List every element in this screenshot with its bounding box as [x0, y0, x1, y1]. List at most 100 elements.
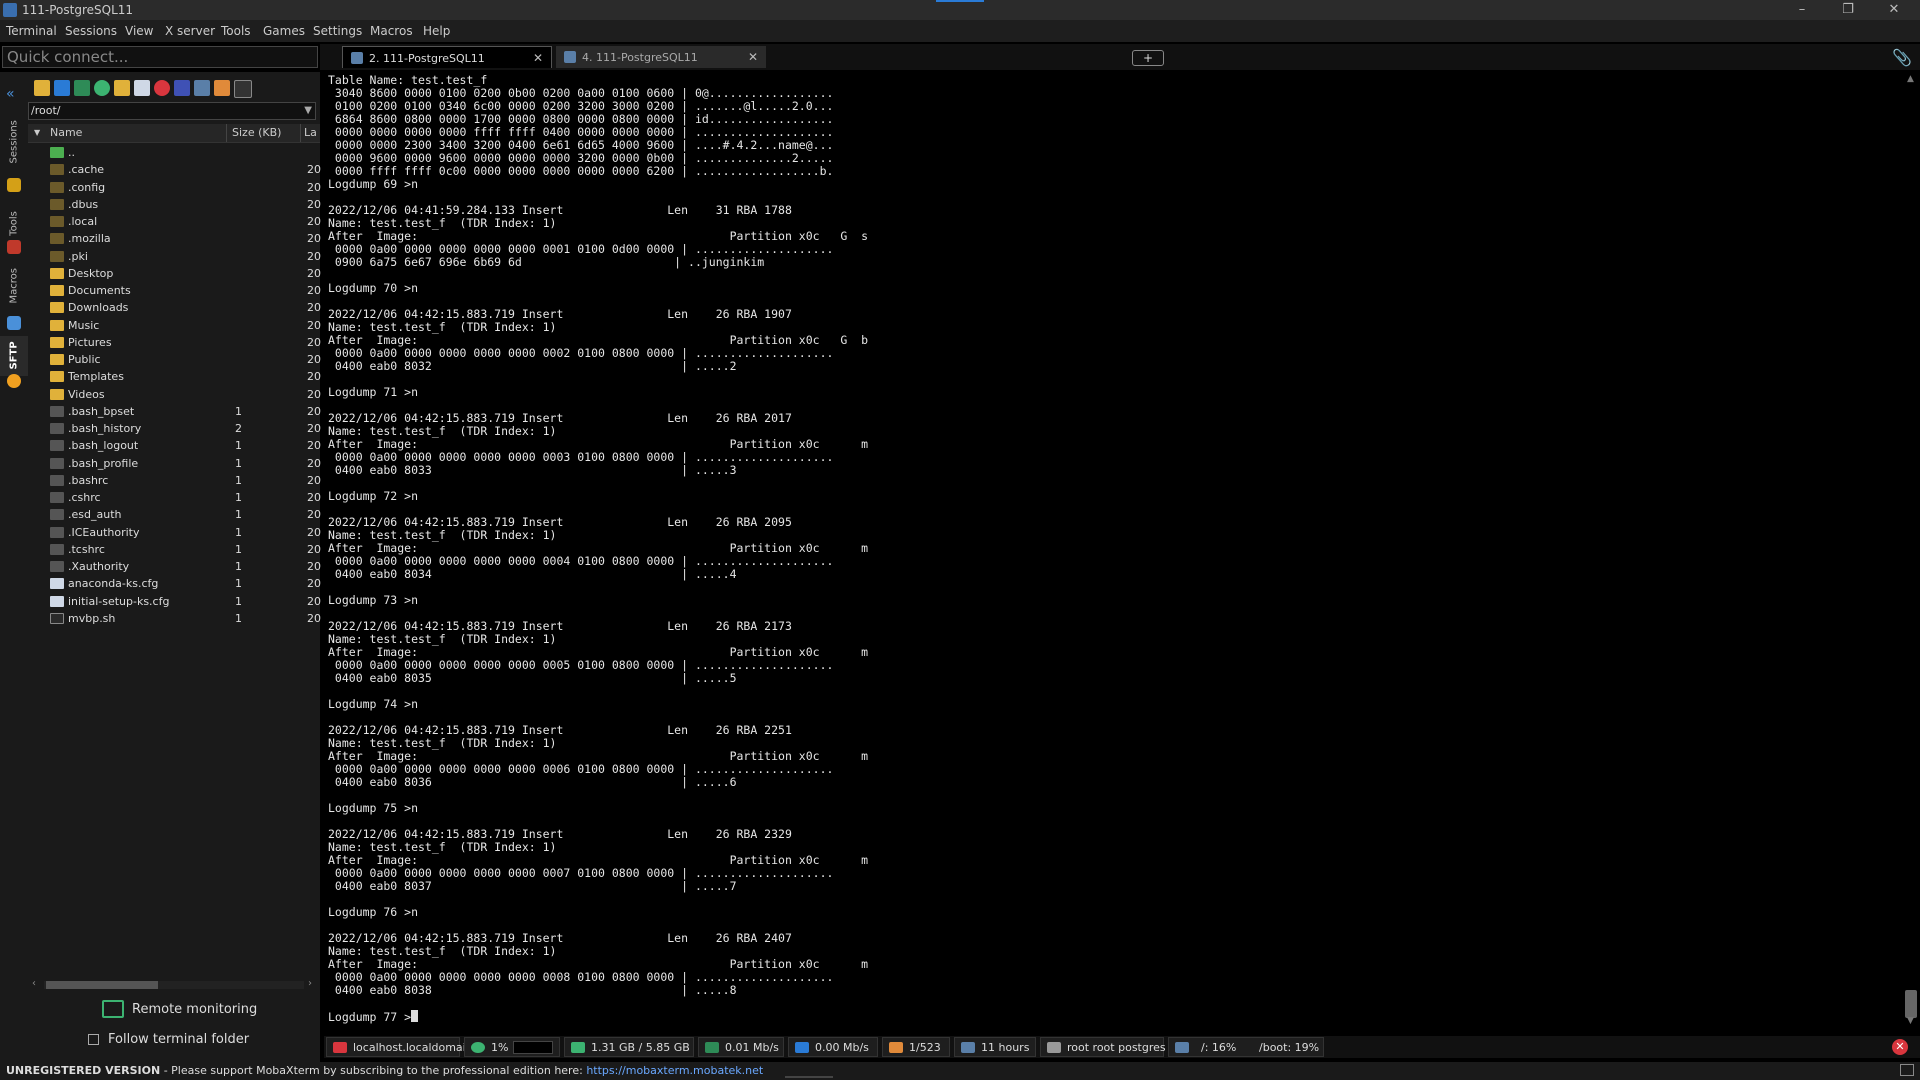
file-row[interactable]: .tcshrc 1 20: [28, 541, 321, 558]
file-row[interactable]: .esd_auth 1 20: [28, 506, 321, 523]
menu-settings[interactable]: Settings: [313, 24, 362, 38]
file-row[interactable]: .Xauthority 1 20: [28, 558, 321, 575]
file-row[interactable]: Desktop 20: [28, 265, 321, 282]
file-row[interactable]: .mozilla 20: [28, 230, 321, 247]
status-users[interactable]: root root postgres: [1040, 1037, 1166, 1057]
file-row[interactable]: .dbus 20: [28, 196, 321, 213]
file-row[interactable]: .pki 20: [28, 248, 321, 265]
download-arrow-icon: [795, 1042, 809, 1053]
tab-session-2[interactable]: 2. 111-PostgreSQL11 ✕: [342, 46, 552, 68]
collapse-chevron-icon[interactable]: «: [6, 86, 15, 102]
tab-macros[interactable]: Macros: [0, 264, 28, 320]
file-row[interactable]: .cache 20: [28, 161, 321, 178]
col-separator[interactable]: [300, 124, 301, 142]
file-row[interactable]: .cshrc 1 20: [28, 489, 321, 506]
terminal-vscroll[interactable]: ▲ ▼: [1902, 72, 1920, 1030]
menu-games[interactable]: Games: [263, 24, 305, 38]
status-download-text: 0.00 Mb/s: [815, 1041, 869, 1054]
file-row[interactable]: Templates 20: [28, 368, 321, 385]
terminal-text: Table Name: test.test_f 3040 8600 0000 0…: [328, 73, 869, 1024]
status-upload[interactable]: 0.01 Mb/s: [698, 1037, 784, 1057]
file-row[interactable]: Music 20: [28, 317, 321, 334]
tab-sessions[interactable]: Sessions: [0, 120, 28, 182]
mobatek-link[interactable]: https://mobaxterm.mobatek.net: [586, 1064, 763, 1077]
sftp-path-input[interactable]: /root/ ▼: [28, 102, 316, 120]
minimize-button[interactable]: –: [1780, 0, 1824, 20]
status-host[interactable]: localhost.localdomain: [326, 1037, 473, 1057]
follow-terminal-checkbox[interactable]: [88, 1034, 99, 1045]
memory-icon: [571, 1042, 585, 1053]
quick-connect-input[interactable]: Quick connect...: [2, 46, 318, 68]
status-memory[interactable]: 1.31 GB / 5.85 GB: [564, 1037, 694, 1057]
menu-view[interactable]: View: [125, 24, 153, 38]
file-icon: [50, 457, 64, 469]
file-row[interactable]: .bash_logout 1 20: [28, 437, 321, 454]
status-disk[interactable]: /: 16% /boot: 19%: [1168, 1037, 1324, 1057]
vscroll-thumb[interactable]: [1905, 990, 1917, 1018]
file-row[interactable]: .bash_bpset 1 20: [28, 403, 321, 420]
terminal-icon[interactable]: [234, 80, 252, 98]
scroll-left-icon[interactable]: ‹: [32, 978, 36, 989]
file-row[interactable]: Documents 20: [28, 282, 321, 299]
fullscreen-icon[interactable]: [1900, 1064, 1914, 1076]
chevron-down-icon[interactable]: ▼: [304, 103, 312, 119]
file-row[interactable]: anaconda-ks.cfg 1 20: [28, 575, 321, 592]
restore-button[interactable]: ❐: [1826, 0, 1870, 20]
scroll-down-icon[interactable]: ▼: [1907, 1016, 1914, 1026]
close-icon[interactable]: ✕: [533, 51, 543, 65]
file-row[interactable]: .local 20: [28, 213, 321, 230]
close-icon[interactable]: ✕: [748, 50, 758, 64]
menu-macros[interactable]: Macros: [370, 24, 413, 38]
tab-session-4-label: 4. 111-PostgreSQL11: [582, 51, 698, 64]
col-separator[interactable]: [226, 124, 227, 142]
menu-tools[interactable]: Tools: [221, 24, 251, 38]
status-cpu[interactable]: 1%: [464, 1037, 560, 1057]
menu-terminal[interactable]: Terminal: [6, 24, 57, 38]
tab-sftp[interactable]: SFTP: [0, 336, 28, 376]
status-download[interactable]: 0.00 Mb/s: [788, 1037, 878, 1057]
permissions-icon[interactable]: [214, 80, 230, 96]
scroll-right-icon[interactable]: ›: [308, 978, 312, 989]
delete-icon[interactable]: [154, 80, 170, 96]
new-folder-icon[interactable]: [114, 80, 130, 96]
rename-icon[interactable]: [174, 80, 190, 96]
new-tab-button[interactable]: +: [1132, 50, 1164, 66]
file-row[interactable]: Videos 20: [28, 386, 321, 403]
file-row[interactable]: Pictures 20: [28, 334, 321, 351]
download-icon[interactable]: [54, 80, 70, 96]
file-name: Downloads: [68, 301, 129, 315]
hscroll-thumb[interactable]: [46, 981, 158, 989]
refresh-icon[interactable]: [94, 80, 110, 96]
paperclip-icon[interactable]: 📎: [1892, 48, 1912, 67]
new-file-icon[interactable]: [134, 80, 150, 96]
file-row[interactable]: .ICEauthority 1 20: [28, 524, 321, 541]
file-row[interactable]: .config 20: [28, 179, 321, 196]
col-size[interactable]: Size (KB): [232, 126, 281, 139]
remote-monitoring-label: Remote monitoring: [132, 1002, 258, 1017]
file-row[interactable]: mvbp.sh 1 20: [28, 610, 321, 627]
parent-folder-icon[interactable]: [34, 80, 50, 96]
terminal-output[interactable]: Table Name: test.test_f 3040 8600 0000 0…: [324, 72, 1900, 1030]
menu-xserver[interactable]: X server: [165, 24, 215, 38]
file-row[interactable]: .bashrc 1 20: [28, 472, 321, 489]
upload-icon[interactable]: [74, 80, 90, 96]
error-icon[interactable]: ✕: [1892, 1039, 1908, 1055]
file-row[interactable]: .bash_profile 1 20: [28, 455, 321, 472]
file-row[interactable]: Downloads 20: [28, 299, 321, 316]
view-mode-icon[interactable]: [194, 80, 210, 96]
menu-help[interactable]: Help: [423, 24, 450, 38]
file-list-hscroll[interactable]: ‹ ›: [30, 978, 318, 992]
col-last-modified[interactable]: La: [304, 126, 317, 139]
tab-session-4[interactable]: 4. 111-PostgreSQL11 ✕: [556, 46, 766, 68]
scroll-up-icon[interactable]: ▲: [1907, 74, 1914, 84]
status-processes[interactable]: 1/523: [882, 1037, 950, 1057]
resize-grip[interactable]: [785, 1076, 833, 1078]
close-window-button[interactable]: ✕: [1872, 0, 1916, 20]
file-row[interactable]: Public 20: [28, 351, 321, 368]
file-row[interactable]: initial-setup-ks.cfg 1 20: [28, 593, 321, 610]
col-name[interactable]: Name: [50, 126, 82, 139]
file-row[interactable]: ..: [28, 144, 320, 161]
file-row[interactable]: .bash_history 2 20: [28, 420, 321, 437]
menu-sessions[interactable]: Sessions: [65, 24, 117, 38]
status-uptime[interactable]: 11 hours: [954, 1037, 1036, 1057]
